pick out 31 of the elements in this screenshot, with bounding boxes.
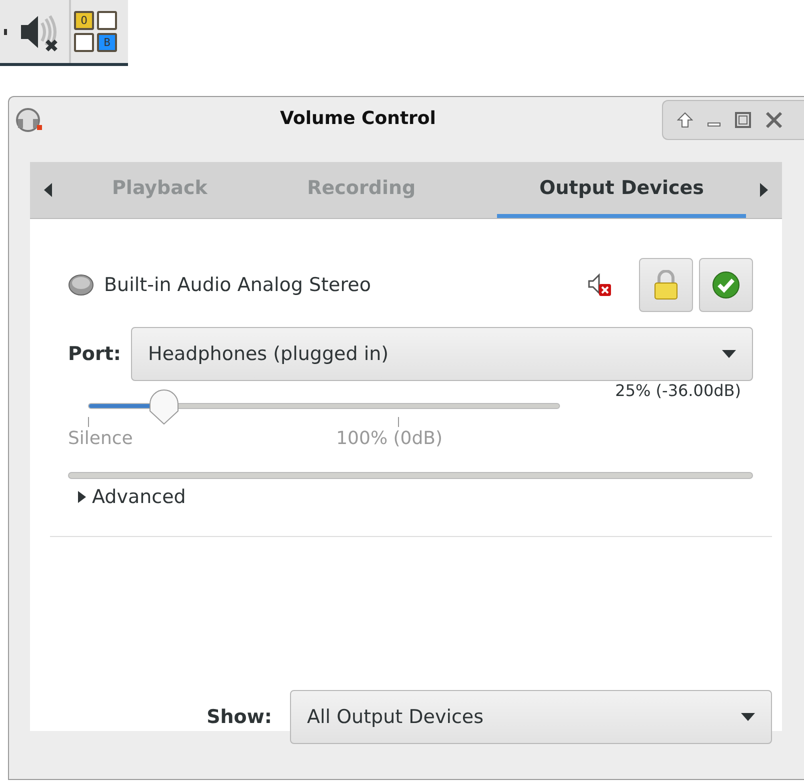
dropdown-arrow-icon [741, 713, 755, 721]
volume-reading: 25% (-36.00dB) [615, 381, 741, 400]
show-label: Show: [206, 706, 272, 728]
workspace-cell[interactable]: O [74, 11, 94, 30]
lock-button[interactable] [639, 258, 693, 312]
device-name: Built-in Audio Analog Stereo [104, 274, 372, 296]
scale-label: 100% (0dB) [336, 428, 443, 449]
close-icon[interactable] [765, 111, 783, 129]
maximize-icon[interactable] [735, 112, 751, 128]
dropdown-arrow-icon [722, 350, 736, 358]
padlock-icon [653, 270, 679, 300]
right-arrow-icon[interactable] [760, 183, 768, 197]
window-title: Volume Control [280, 108, 436, 129]
default-button[interactable] [699, 258, 753, 312]
up-arrow-icon[interactable] [677, 112, 693, 128]
slider-thumb[interactable] [148, 389, 180, 425]
port-label: Port: [68, 343, 122, 365]
speaker-icon [68, 274, 94, 296]
handle-icon [4, 28, 7, 34]
headphones-icon [15, 106, 43, 134]
expander-arrow-icon [78, 491, 86, 503]
port-dropdown[interactable]: Headphones (plugged in) [131, 327, 753, 381]
advanced-expander[interactable]: Advanced [78, 481, 186, 513]
workspace-cell[interactable] [74, 33, 94, 52]
scale-label: Silence [68, 428, 133, 449]
workspace-cell[interactable]: B [97, 33, 117, 52]
left-arrow-icon[interactable] [44, 183, 52, 197]
muted-speaker-icon[interactable] [587, 273, 613, 297]
checkmark-icon [712, 271, 740, 299]
workspace-cell[interactable] [97, 11, 117, 30]
show-dropdown[interactable]: All Output Devices [290, 690, 772, 744]
